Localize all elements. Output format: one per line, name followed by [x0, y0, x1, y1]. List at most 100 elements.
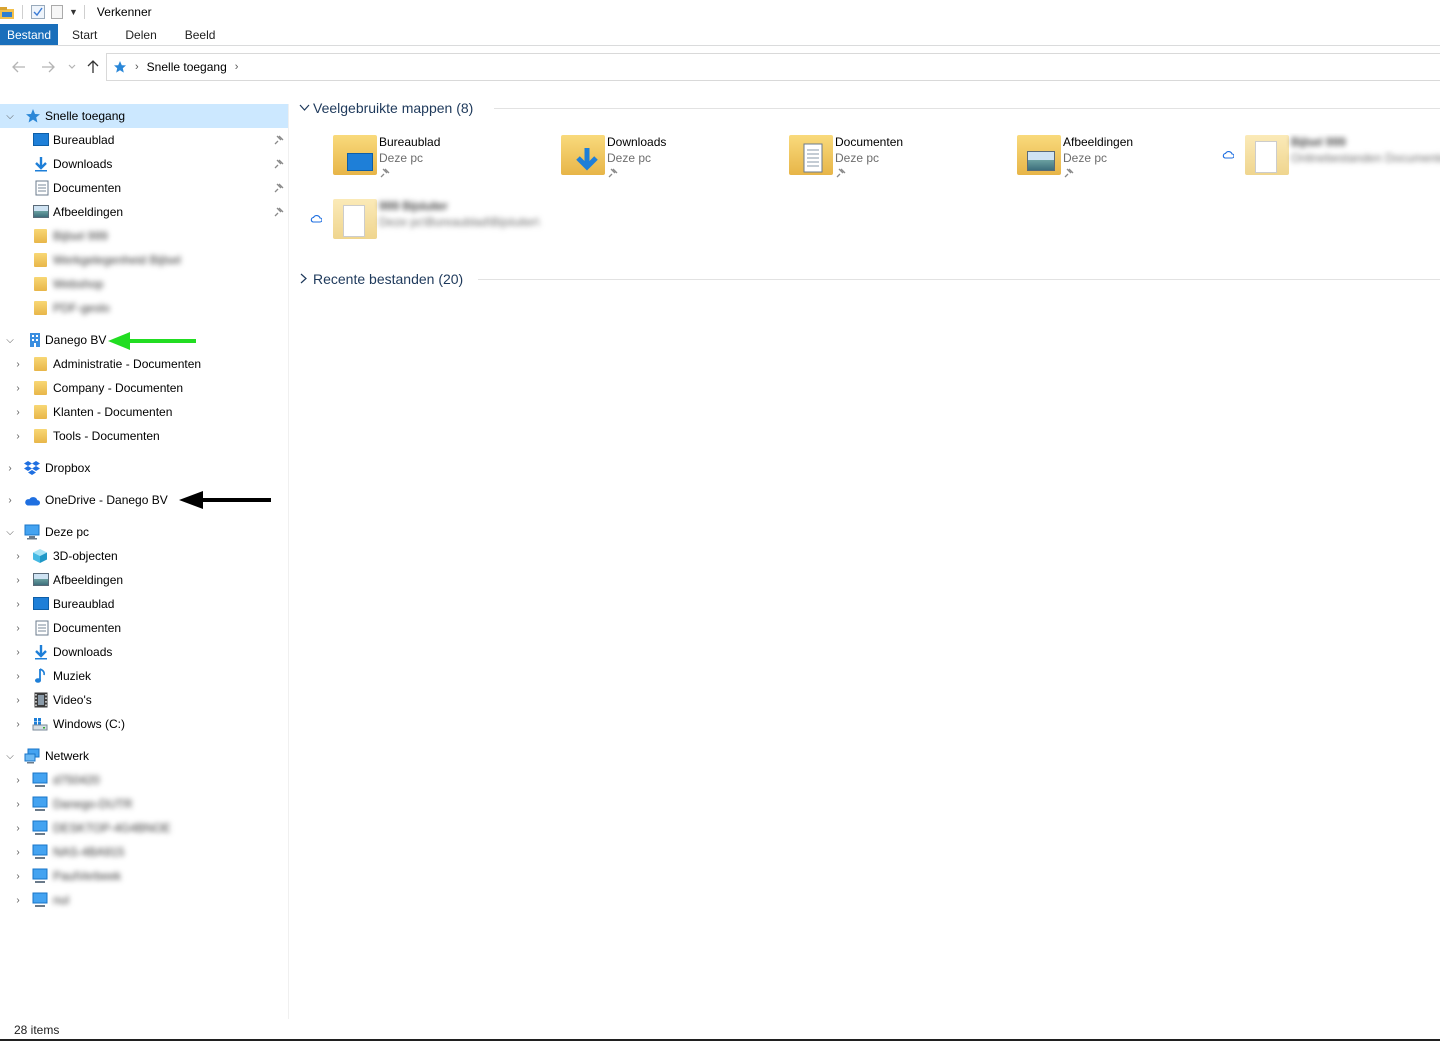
nav-label: Documenten	[53, 621, 122, 635]
nav-pc-muziek[interactable]: › Muziek	[0, 664, 288, 688]
tab-share[interactable]: Delen	[111, 24, 170, 45]
nav-pc-documenten[interactable]: › Documenten	[0, 616, 288, 640]
nav-this-pc[interactable]: ⌵ Deze pc	[0, 520, 288, 544]
nav-network-computer[interactable]: › NAS-4BA915	[0, 840, 288, 864]
tile-afbeeldingen[interactable]: Afbeeldingen Deze pc	[1017, 133, 1237, 195]
chevron-right-icon[interactable]: ›	[13, 799, 23, 810]
chevron-right-icon[interactable]: ›	[13, 407, 23, 418]
chevron-down-icon[interactable]: ⌵	[5, 527, 15, 538]
chevron-right-icon[interactable]: ›	[13, 847, 23, 858]
nav-quick-afbeeldingen[interactable]: Afbeeldingen	[0, 200, 288, 224]
chevron-down-icon[interactable]: ⌵	[5, 751, 15, 762]
chevron-down-icon[interactable]: ⌵	[5, 335, 15, 346]
nav-quick-folder[interactable]: Bijlsel 999	[0, 224, 288, 248]
nav-network-computer[interactable]: › PaulVerbeek	[0, 864, 288, 888]
tile-name: Downloads	[607, 135, 667, 149]
tile-location: Deze pc	[607, 151, 652, 165]
nav-network-computer[interactable]: › Danego-DUTR	[0, 792, 288, 816]
nav-pc-windows-c[interactable]: › Windows (C:)	[0, 712, 288, 736]
tile-name: 999 Bijsluiter	[379, 199, 448, 213]
nav-pc-afbeeldingen[interactable]: › Afbeeldingen	[0, 568, 288, 592]
chevron-right-icon[interactable]: ›	[13, 431, 23, 442]
tile-onedrive-folder[interactable]: 999 Bijsluiter Deze pc\Bureaublad\Bijslu…	[333, 197, 553, 259]
nav-network[interactable]: ⌵ Netwerk	[0, 744, 288, 768]
chevron-right-icon[interactable]: ›	[13, 575, 23, 586]
chevron-right-icon[interactable]: ›	[13, 359, 23, 370]
nav-quick-downloads[interactable]: Downloads	[0, 152, 288, 176]
nav-org-folder[interactable]: › Klanten - Documenten	[0, 400, 288, 424]
tile-bureaublad[interactable]: Bureaublad Deze pc	[333, 133, 553, 195]
chevron-right-icon[interactable]: ›	[5, 495, 15, 506]
properties-icon[interactable]	[31, 5, 45, 19]
nav-label: Bureaublad	[53, 133, 115, 147]
nav-label: PaulVerbeek	[53, 869, 122, 883]
nav-org-folder[interactable]: › Company - Documenten	[0, 376, 288, 400]
nav-pc-3d-objects[interactable]: › 3D-objecten	[0, 544, 288, 568]
nav-network-computer[interactable]: › DESKTOP-4G4BNOE	[0, 816, 288, 840]
new-folder-icon[interactable]	[51, 5, 63, 19]
chevron-right-icon[interactable]: ›	[5, 463, 15, 474]
pin-icon	[274, 183, 284, 193]
folder-icon	[34, 429, 47, 443]
nav-network-computer[interactable]: › d750420	[0, 768, 288, 792]
breadcrumb-quick-access[interactable]: Snelle toegang	[147, 60, 227, 74]
chevron-right-icon[interactable]	[300, 273, 308, 284]
chevron-right-icon[interactable]: ›	[13, 623, 23, 634]
chevron-right-icon[interactable]: ›	[13, 695, 23, 706]
nav-org-folder[interactable]: › Administratie - Documenten	[0, 352, 288, 376]
nav-pc-bureaublad[interactable]: › Bureaublad	[0, 592, 288, 616]
nav-quick-folder[interactable]: Werkgelegenheid Bijlsel	[0, 248, 288, 272]
chevron-right-icon[interactable]: ›	[13, 895, 23, 906]
recent-locations-dropdown[interactable]	[66, 55, 78, 79]
nav-quick-bureaublad[interactable]: Bureaublad	[0, 128, 288, 152]
chevron-right-icon[interactable]: ›	[13, 775, 23, 786]
cloud-status-icon	[310, 214, 322, 223]
computer-icon	[24, 524, 40, 540]
nav-network-computer[interactable]: › nul	[0, 888, 288, 912]
customize-toolbar-dropdown-icon[interactable]: ▼	[69, 7, 78, 17]
nav-quick-folder[interactable]: PDF-geslo	[0, 296, 288, 320]
chevron-down-icon[interactable]	[299, 104, 310, 112]
address-bar[interactable]: › Snelle toegang ›	[106, 53, 1440, 81]
nav-label: Bijlsel 999	[53, 229, 108, 243]
chevron-right-icon[interactable]: ›	[13, 647, 23, 658]
group-title: Recente bestanden (20)	[313, 271, 464, 287]
tile-location: Onlinebestanden Documenten	[1291, 151, 1440, 165]
nav-org-folder[interactable]: › Tools - Documenten	[0, 424, 288, 448]
chevron-right-icon[interactable]: ›	[13, 871, 23, 882]
chevron-right-icon[interactable]: ›	[13, 551, 23, 562]
nav-quick-folder[interactable]: Webshop	[0, 272, 288, 296]
group-recent-files[interactable]: Recente bestanden (20)	[290, 267, 1440, 291]
chevron-right-icon[interactable]: ›	[13, 599, 23, 610]
pin-icon	[380, 168, 390, 178]
chevron-right-icon[interactable]: ›	[13, 383, 23, 394]
explorer-app-icon[interactable]	[0, 5, 14, 19]
tab-file[interactable]: Bestand	[0, 24, 59, 45]
tile-onedrive-folder[interactable]: Bijlsel 999 Onlinebestanden Documenten	[1245, 133, 1440, 195]
forward-button[interactable]	[36, 55, 60, 79]
breadcrumb-chevron[interactable]: ›	[235, 61, 239, 73]
chevron-right-icon[interactable]: ›	[13, 719, 23, 730]
network-icon	[24, 748, 40, 764]
nav-pc-downloads[interactable]: › Downloads	[0, 640, 288, 664]
tab-start[interactable]: Start	[58, 24, 111, 45]
nav-quick-access[interactable]: ⌵ Snelle toegang	[0, 104, 288, 128]
chevron-down-icon[interactable]: ⌵	[5, 111, 15, 122]
breadcrumb-separator[interactable]: ›	[135, 61, 139, 73]
nav-label: Windows (C:)	[53, 717, 126, 731]
nav-label: Afbeeldingen	[53, 205, 124, 219]
group-title: Veelgebruikte mappen (8)	[313, 100, 474, 116]
nav-quick-documenten[interactable]: Documenten	[0, 176, 288, 200]
tile-downloads[interactable]: Downloads Deze pc	[561, 133, 781, 195]
chevron-right-icon[interactable]: ›	[13, 671, 23, 682]
chevron-right-icon[interactable]: ›	[13, 823, 23, 834]
nav-dropbox[interactable]: › Dropbox	[0, 456, 288, 480]
group-frequent-folders[interactable]: Veelgebruikte mappen (8)	[290, 96, 1440, 120]
back-button[interactable]	[7, 55, 31, 79]
tab-view[interactable]: Beeld	[171, 24, 230, 45]
up-button[interactable]	[81, 55, 105, 79]
nav-label: NAS-4BA915	[53, 845, 125, 859]
pin-icon	[274, 159, 284, 169]
nav-pc-videos[interactable]: › Video's	[0, 688, 288, 712]
tile-documenten[interactable]: Documenten Deze pc	[789, 133, 1009, 195]
